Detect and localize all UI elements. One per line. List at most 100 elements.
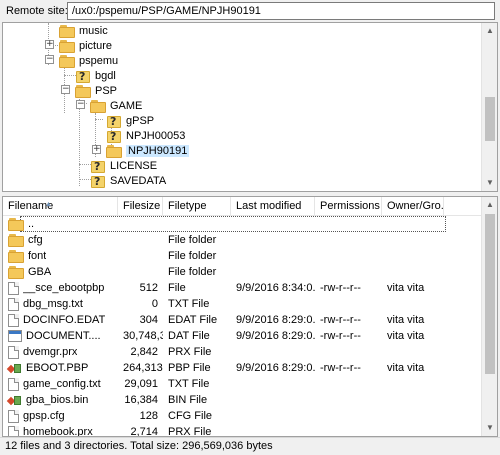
file-owner-cell: vita vita [387,282,425,294]
file-perm-cell [315,296,382,312]
collapse-icon[interactable]: − [76,100,85,109]
remote-path-input[interactable]: /ux0:/pspemu/PSP/GAME/NPJH90191 [67,2,495,20]
file-perm-cell [315,344,382,360]
file-modified-cell [231,392,315,408]
tree-item-pspemu[interactable]: pspemu [59,53,118,69]
unknown-folder-icon: ? [90,159,106,173]
file-name: DOCUMENT.... [26,330,101,342]
scroll-down-arrow-icon[interactable]: ▼ [482,420,497,436]
collapse-icon[interactable]: − [45,55,54,64]
file-owner-cell [382,376,444,392]
column-header-filesize[interactable]: Filesize [118,197,163,216]
tree-item-label: bgdl [95,70,116,82]
file-name: homebook.prx [23,426,93,437]
folder-icon [8,233,24,247]
file-name-cell: gba_bios.bin [3,392,118,408]
file-type-cell: PBP File [168,362,211,374]
file-name-cell: game_config.txt [3,376,118,392]
unknown-folder-icon: ? [106,114,122,128]
folder-icon [8,265,24,279]
file-owner-cell [382,392,444,408]
file-row[interactable]: __sce_ebootpbp 512 File 9/9/2016 8:34:0... -… [3,280,483,296]
column-header-filename[interactable]: Filename ▲ [3,197,118,216]
column-header-last-modified[interactable]: Last modified [231,197,315,216]
tree-vertical-scrollbar[interactable]: ▲ ▼ [481,23,497,191]
file-owner-cell [382,424,444,436]
file-size-cell: 2,714 [130,426,158,437]
file-row[interactable]: cfg File folder [3,232,483,248]
file-name-cell: DOCUMENT.... [3,328,118,344]
collapse-icon[interactable]: − [61,85,70,94]
pbp-file-icon [6,362,22,375]
tree-item-music[interactable]: music [59,23,108,39]
file-type-cell: DAT File [168,330,210,342]
file-row[interactable]: gpsp.cfg 128 CFG File [3,408,483,424]
expand-icon[interactable]: + [45,40,54,49]
file-type-cell: File folder [168,250,217,262]
file-modified-cell: 9/9/2016 8:29:0... [236,330,315,342]
file-size-cell: 264,313,232 [123,362,163,374]
file-name-cell: DOCINFO.EDAT [3,312,118,328]
tree-item-npjh00053[interactable]: ? NPJH00053 [106,128,185,144]
file-row[interactable]: homebook.prx 2,714 PRX File [3,424,483,437]
expand-icon[interactable]: + [92,145,101,154]
file-owner-cell [382,296,444,312]
file-row[interactable]: DOCUMENT.... 30,748,368 DAT File 9/9/2016 8… [3,328,483,344]
file-modified-cell [231,344,315,360]
file-perm-cell [315,232,382,248]
file-perm-cell: -rw-r--r-- [320,282,361,294]
file-perm-cell [315,392,382,408]
file-row[interactable]: dbg_msg.txt 0 TXT File [3,296,483,312]
file-type-cell: CFG File [168,410,212,422]
remote-directory-tree[interactable]: ▲ ▼ music + picture − pspemu? bgdl − PSP − GAME? g… [2,22,498,192]
file-icon [8,409,19,423]
file-row[interactable]: dvemgr.prx 2,842 PRX File [3,344,483,360]
file-name: dbg_msg.txt [23,298,83,310]
file-size-cell: 2,842 [130,346,158,358]
file-type-cell: TXT File [168,298,210,310]
file-name: __sce_ebootpbp [23,282,105,294]
file-row[interactable]: EBOOT.PBP 264,313,232 PBP File 9/9/2016 8:2… [3,360,483,376]
file-name-cell: font [3,248,118,264]
file-modified-cell [231,424,315,436]
tree-item-gpsp[interactable]: ? gPSP [106,113,154,129]
scroll-up-arrow-icon[interactable]: ▲ [482,23,497,39]
file-perm-cell [315,376,382,392]
file-type-cell: EDAT File [168,314,218,326]
file-row[interactable]: game_config.txt 29,091 TXT File [3,376,483,392]
tree-item-npjh90191[interactable]: NPJH90191 [106,143,190,159]
file-modified-cell [231,296,315,312]
remote-file-list[interactable]: Filename ▲ Filesize Filetype Last modifi… [2,196,498,437]
folder-icon [59,54,75,68]
file-name-cell: cfg [3,232,118,248]
tree-item-label: PSP [95,85,118,97]
tree-item-picture[interactable]: picture [59,38,112,54]
scroll-up-arrow-icon[interactable]: ▲ [482,197,497,213]
file-row[interactable]: DOCINFO.EDAT 304 EDAT File 9/9/2016 8:29:0.… [3,312,483,328]
file-row[interactable]: GBA File folder [3,264,483,280]
file-list-vertical-scrollbar[interactable]: ▲ ▼ [481,197,497,436]
file-name: cfg [28,234,43,246]
scroll-down-arrow-icon[interactable]: ▼ [482,175,497,191]
file-name-cell: GBA [3,264,118,280]
file-row[interactable]: font File folder [3,248,483,264]
file-row[interactable]: .. [3,216,483,232]
status-bar: 12 files and 3 directories. Total size: … [0,437,500,455]
tree-item-bgdl[interactable]: ? bgdl [75,68,116,84]
tree-item-psp[interactable]: PSP [75,83,117,99]
tree-item-game[interactable]: GAME [90,98,142,114]
column-header-filetype[interactable]: Filetype [163,197,231,216]
file-row[interactable]: gba_bios.bin 16,384 BIN File [3,392,483,408]
file-size-cell: 16,384 [124,394,158,406]
tree-item-license[interactable]: ? LICENSE [90,158,157,174]
tree-item-label: gPSP [126,115,155,127]
unknown-folder-icon: ? [75,69,91,83]
column-header-permissions[interactable]: Permissions [315,197,382,216]
tree-item-savedata[interactable]: ? SAVEDATA [90,173,166,189]
tree-item-label: SAVEDATA [110,175,167,187]
folder-icon [8,217,24,231]
file-name: GBA [28,266,52,278]
scrollbar-thumb[interactable] [485,214,495,374]
scrollbar-thumb[interactable] [485,97,495,141]
column-header-owner-group[interactable]: Owner/Gro... [382,197,444,216]
